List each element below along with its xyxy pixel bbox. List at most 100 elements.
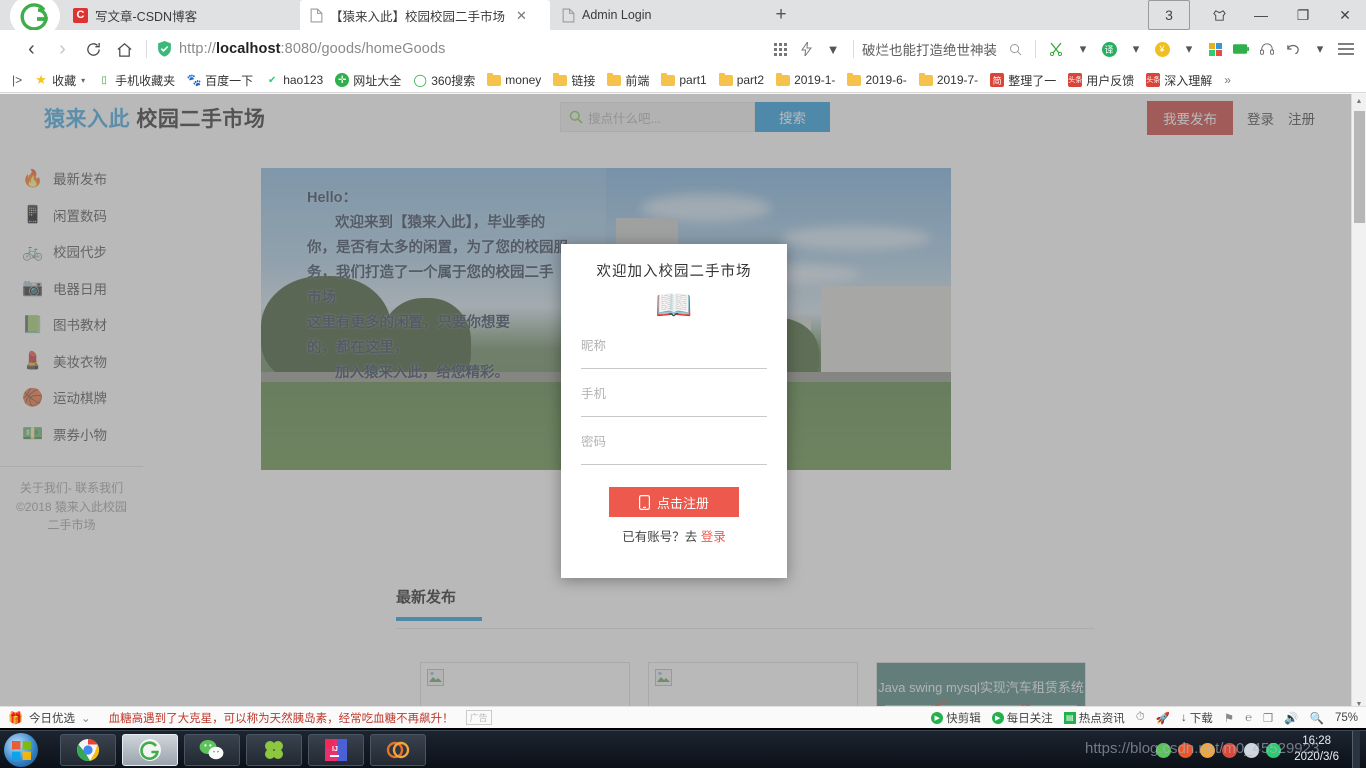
bookmark-item-13[interactable]: 2019-7- bbox=[913, 72, 984, 87]
screen-icon[interactable] bbox=[1229, 36, 1253, 62]
address-bar-url: http://localhost:8080/goods/homeGoods bbox=[179, 41, 446, 57]
chevron-down-icon[interactable]: ▼ bbox=[821, 36, 845, 62]
bookmark-item-1[interactable]: ▯ 手机收藏夹 bbox=[91, 72, 181, 89]
status-item-download[interactable]: ↓ 下载 bbox=[1181, 710, 1213, 726]
tab-strip: C 写文章-CSDN博客 【猿来入此】校园校园二手市场 ✕ Admin Logi… bbox=[0, 0, 1366, 38]
browser-tab-title: 写文章-CSDN博客 bbox=[95, 9, 198, 24]
forward-icon[interactable]: › bbox=[47, 34, 78, 65]
close-button[interactable]: ✕ bbox=[1324, 0, 1366, 30]
nickname-field[interactable]: 昵称 bbox=[581, 335, 767, 369]
browser-tab-2[interactable]: Admin Login bbox=[552, 0, 752, 30]
chevron-down-icon[interactable]: ▾ bbox=[1071, 36, 1095, 62]
reload-icon[interactable] bbox=[78, 34, 109, 65]
apps-icon[interactable] bbox=[768, 36, 792, 62]
status-news-text[interactable]: 血糖高遇到了大克星，可以称为天然胰岛素，经常吃血糖不再飙升！ bbox=[109, 710, 454, 726]
menu-icon[interactable] bbox=[1334, 36, 1358, 62]
status-item-kuaijianji[interactable]: ▶ 快剪辑 bbox=[931, 710, 981, 726]
address-bar[interactable]: http://localhost:8080/goods/homeGoods bbox=[153, 34, 768, 64]
bookmarks-overflow-icon[interactable]: » bbox=[1218, 73, 1237, 87]
hao123-icon: ✔ bbox=[267, 74, 277, 86]
speed-icon[interactable]: ⏱ bbox=[1136, 711, 1145, 724]
new-tab-button[interactable]: + bbox=[770, 4, 792, 26]
chevron-down-icon[interactable]: ⌄ bbox=[81, 711, 91, 725]
bookmark-item-16[interactable]: 头条 深入理解 bbox=[1140, 72, 1218, 89]
home-icon[interactable] bbox=[109, 34, 140, 65]
shield-icon[interactable]: ¥ bbox=[1150, 36, 1174, 62]
maximize-button[interactable]: ❐ bbox=[1282, 0, 1324, 30]
bookmark-item-6[interactable]: money bbox=[481, 72, 547, 87]
bookmarks-bar: |> ★ 收藏 ▾ ▯ 手机收藏夹 🐾 百度一下 ✔ hao123 ✛ 网址大全 ◯ 360搜… bbox=[0, 68, 1366, 93]
folder-icon bbox=[487, 72, 502, 87]
bookmark-item-9[interactable]: part1 bbox=[655, 72, 712, 87]
daily-deal-label[interactable]: 今日优选 bbox=[29, 710, 75, 726]
status-item-redianzixun[interactable]: ▤ 热点资讯 bbox=[1063, 710, 1125, 726]
modal-login-link[interactable]: 登录 bbox=[701, 530, 726, 544]
divider bbox=[146, 40, 147, 58]
scissors-icon[interactable] bbox=[1044, 36, 1068, 62]
tab-count-badge[interactable]: 3 bbox=[1148, 0, 1190, 30]
phone-field[interactable]: 手机 bbox=[581, 383, 767, 417]
bookmark-item-15[interactable]: 头条 用户反馈 bbox=[1062, 72, 1140, 89]
zoom-level-label[interactable]: 75% bbox=[1335, 712, 1358, 724]
baidu-icon: 🐾 bbox=[186, 73, 202, 87]
search-hint-text[interactable]: 破烂也能打造绝世神装 bbox=[862, 39, 997, 59]
news-icon: ▤ bbox=[1063, 711, 1076, 724]
phone-icon bbox=[638, 494, 650, 510]
bookmark-item-8[interactable]: 前端 bbox=[601, 72, 655, 89]
status-item-meiriguanzhu[interactable]: ▶ 每日关注 bbox=[991, 710, 1053, 726]
bookmark-item-4[interactable]: ✛ 网址大全 bbox=[329, 72, 407, 89]
jianshu-icon: 简 bbox=[990, 73, 1005, 87]
divider bbox=[853, 40, 854, 58]
minimize-button[interactable]: — bbox=[1240, 0, 1282, 30]
search-icon[interactable] bbox=[1003, 36, 1027, 62]
browser-tab-0[interactable]: C 写文章-CSDN博客 bbox=[63, 0, 283, 30]
phone-icon: ▯ bbox=[101, 74, 107, 86]
search-icon[interactable]: 🔍 bbox=[1310, 711, 1324, 725]
chevron-down-icon[interactable]: ▾ bbox=[1308, 36, 1332, 62]
volume-icon[interactable]: 🔊 bbox=[1284, 711, 1298, 725]
register-submit-button[interactable]: 点击注册 bbox=[609, 487, 739, 517]
taskbar-app-clover[interactable] bbox=[246, 734, 302, 766]
chevron-down-icon[interactable]: ▾ bbox=[1124, 36, 1148, 62]
headphone-icon[interactable] bbox=[1255, 36, 1279, 62]
window-icon[interactable]: ❐ bbox=[1263, 711, 1273, 725]
bookmark-item-5[interactable]: ◯ 360搜索 bbox=[407, 72, 481, 89]
chevron-down-icon[interactable]: ▾ bbox=[81, 76, 85, 85]
chevron-down-icon[interactable]: ▾ bbox=[1177, 36, 1201, 62]
folder-icon bbox=[553, 72, 568, 87]
rocket-icon[interactable]: 🚀 bbox=[1156, 711, 1170, 725]
browser-icon[interactable]: ℮ bbox=[1245, 712, 1252, 724]
windows-start-icon[interactable] bbox=[4, 733, 38, 767]
taskbar-app-wechat[interactable] bbox=[184, 734, 240, 766]
bookmarks-overflow-left[interactable]: |> bbox=[6, 73, 28, 87]
bookmark-item-2[interactable]: 🐾 百度一下 bbox=[181, 72, 259, 89]
bookmark-item-11[interactable]: 2019-1- bbox=[770, 72, 841, 87]
taskbar-app-360browser[interactable] bbox=[122, 734, 178, 766]
bookmark-item-0[interactable]: ★ 收藏 ▾ bbox=[28, 72, 91, 89]
scroll-up-icon[interactable]: ▲ bbox=[1352, 94, 1366, 109]
toolbar-icons: ▼ 破烂也能打造绝世神装 ▾ 译 ▾ ¥ ▾ ▾ bbox=[768, 36, 1366, 62]
taskbar-app-chrome[interactable] bbox=[60, 734, 116, 766]
translate-icon[interactable]: 译 bbox=[1097, 36, 1121, 62]
back-icon[interactable]: ‹ bbox=[16, 34, 47, 65]
nickname-label: 昵称 bbox=[581, 339, 607, 353]
lightning-icon[interactable] bbox=[794, 36, 818, 62]
flag-icon[interactable]: ⚑ bbox=[1224, 711, 1234, 725]
browser-tab-1[interactable]: 【猿来入此】校园校园二手市场 ✕ bbox=[300, 0, 550, 30]
play-circle-icon: ▶ bbox=[931, 711, 944, 724]
bookmark-item-12[interactable]: 2019-6- bbox=[841, 72, 912, 87]
taskbar-app-navicat[interactable] bbox=[370, 734, 426, 766]
bookmark-item-7[interactable]: 链接 bbox=[547, 72, 601, 89]
page-scrollbar[interactable]: ▲ ▼ bbox=[1351, 94, 1366, 712]
bookmark-item-10[interactable]: part2 bbox=[713, 72, 770, 87]
skin-icon[interactable] bbox=[1198, 0, 1240, 30]
undo-icon[interactable] bbox=[1281, 36, 1305, 62]
svg-text:IJ: IJ bbox=[332, 746, 338, 753]
grid-icon[interactable] bbox=[1203, 36, 1227, 62]
close-icon[interactable]: ✕ bbox=[516, 9, 527, 22]
taskbar-app-intellij[interactable]: IJ bbox=[308, 734, 364, 766]
bookmark-item-3[interactable]: ✔ hao123 bbox=[259, 73, 329, 87]
password-field[interactable]: 密码 bbox=[581, 431, 767, 465]
scrollbar-thumb[interactable] bbox=[1354, 111, 1365, 223]
bookmark-item-14[interactable]: 简整理了一 bbox=[984, 72, 1062, 89]
